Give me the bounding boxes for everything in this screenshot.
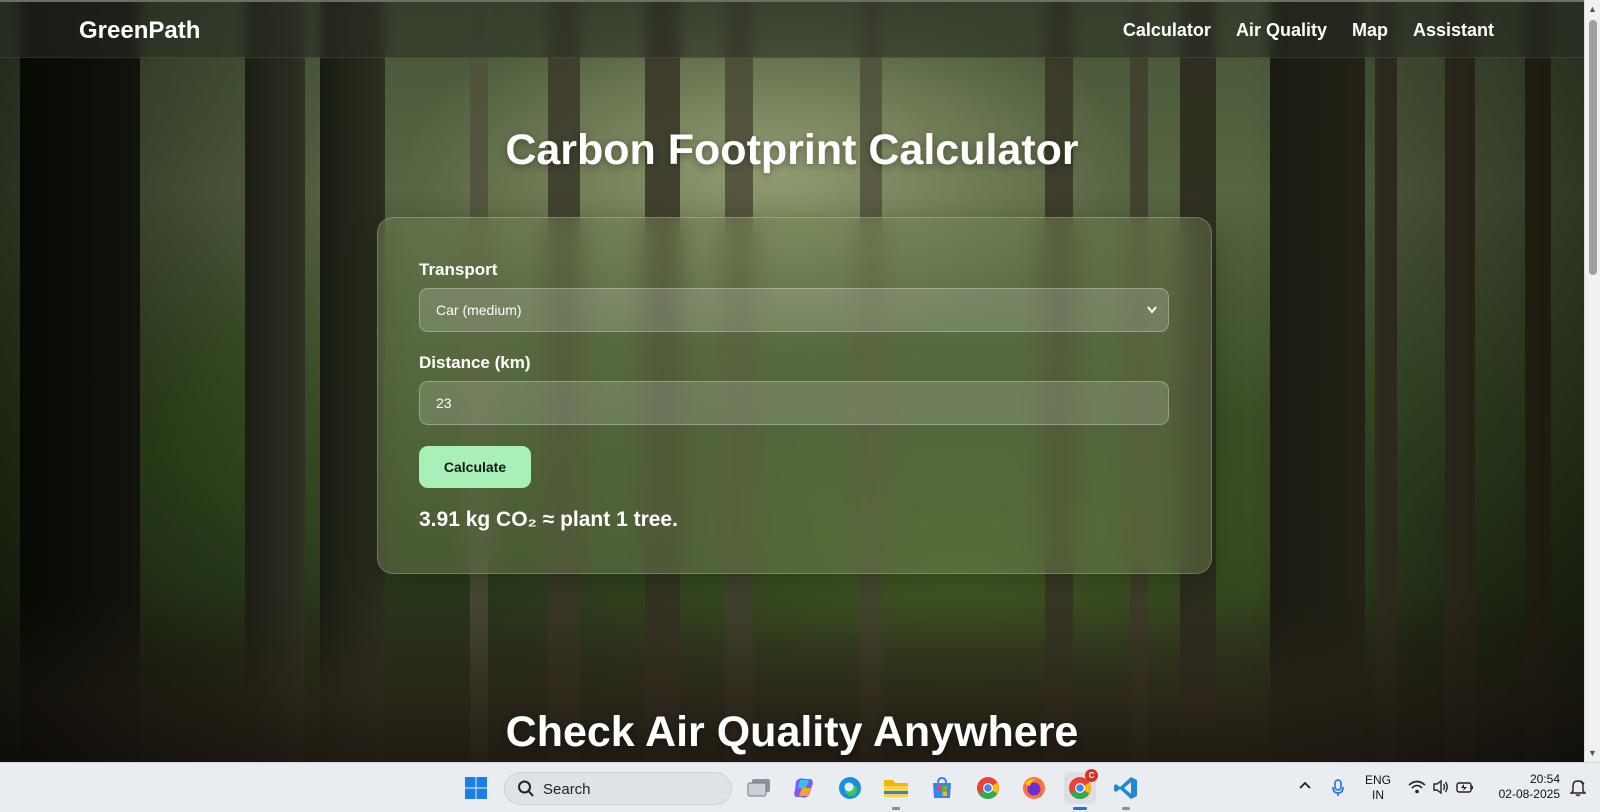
language-line2: IN xyxy=(1372,788,1384,802)
chrome-profile-badge: C xyxy=(1085,769,1098,782)
vscode-icon[interactable] xyxy=(1110,772,1142,810)
windows-start-icon[interactable] xyxy=(460,772,492,804)
nav-links: Calculator Air Quality Map Assistant xyxy=(1123,20,1494,41)
nav-link-air-quality[interactable]: Air Quality xyxy=(1236,20,1327,41)
windows-taskbar: Search C ENG IN 20:54 02-08-2025 xyxy=(0,762,1600,812)
top-navbar: GreenPath Calculator Air Quality Map Ass… xyxy=(0,0,1584,58)
nav-link-calculator[interactable]: Calculator xyxy=(1123,20,1211,41)
volume-icon[interactable] xyxy=(1432,779,1450,798)
scroll-up-arrow-icon[interactable]: ▲ xyxy=(1588,4,1597,14)
taskbar-search-box[interactable]: Search xyxy=(504,772,732,805)
transport-selected-value: Car (medium) xyxy=(436,302,522,318)
nav-link-map[interactable]: Map xyxy=(1352,20,1388,41)
calculation-result: 3.91 kg CO₂ ≈ plant 1 tree. xyxy=(419,508,678,531)
edge-icon[interactable] xyxy=(834,772,866,804)
brand-logo[interactable]: GreenPath xyxy=(79,17,200,45)
clock-date: 02-08-2025 xyxy=(1498,787,1560,801)
nav-link-assistant[interactable]: Assistant xyxy=(1413,20,1494,41)
chevron-up-icon[interactable] xyxy=(1298,779,1312,796)
scrollbar-thumb[interactable] xyxy=(1589,20,1597,275)
calculator-card: Transport Car (medium) Distance (km) 23 … xyxy=(377,217,1212,574)
transport-select[interactable]: Car (medium) xyxy=(419,288,1169,332)
page-title: Carbon Footprint Calculator xyxy=(505,126,1079,174)
calculate-button[interactable]: Calculate xyxy=(419,446,531,488)
microphone-icon[interactable] xyxy=(1331,779,1345,800)
copilot-icon[interactable] xyxy=(788,772,820,804)
page-scrollbar[interactable]: ▲ ▼ xyxy=(1584,0,1600,762)
chevron-down-icon xyxy=(1146,289,1158,348)
search-icon xyxy=(517,779,535,803)
store-icon[interactable] xyxy=(926,772,958,804)
chrome-icon[interactable] xyxy=(972,772,1004,804)
chrome-profile-icon[interactable]: C xyxy=(1064,769,1098,810)
clock[interactable]: 20:54 02-08-2025 xyxy=(1490,772,1560,802)
language-indicator[interactable]: ENG IN xyxy=(1363,773,1393,803)
search-label: Search xyxy=(543,781,591,798)
firefox-icon[interactable] xyxy=(1018,772,1050,804)
air-quality-heading: Check Air Quality Anywhere xyxy=(505,708,1079,756)
clock-time: 20:54 xyxy=(1529,772,1560,786)
task-view-icon[interactable] xyxy=(743,772,775,804)
scroll-down-arrow-icon[interactable]: ▼ xyxy=(1588,748,1597,758)
wifi-icon[interactable] xyxy=(1408,779,1426,798)
distance-label: Distance (km) xyxy=(419,353,531,372)
language-line1: ENG xyxy=(1364,773,1391,787)
transport-label: Transport xyxy=(419,260,498,279)
battery-icon[interactable] xyxy=(1456,779,1474,798)
file-explorer-icon[interactable] xyxy=(880,772,912,810)
distance-input[interactable]: 23 xyxy=(419,381,1169,425)
notification-icon[interactable] xyxy=(1569,779,1587,800)
